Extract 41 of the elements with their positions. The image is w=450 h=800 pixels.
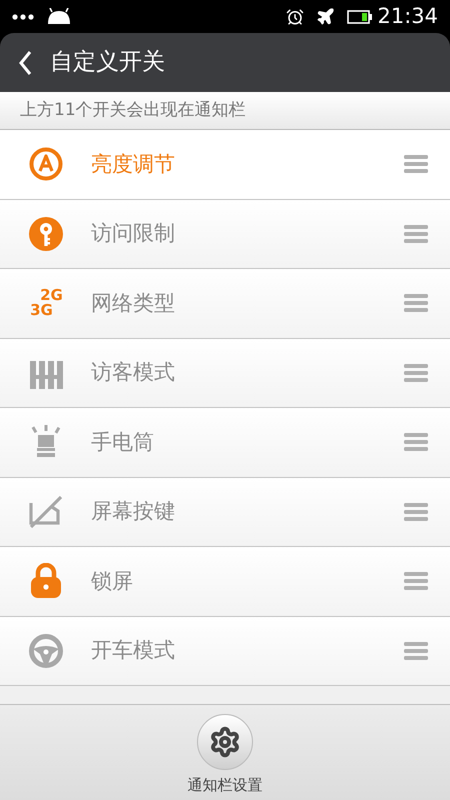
- back-icon: [18, 50, 32, 76]
- toggle-row[interactable]: 2G 3G 网络类型: [0, 269, 450, 338]
- clock-time: 21:34: [377, 6, 438, 27]
- toggle-label: 访客模式: [91, 359, 176, 386]
- drag-handle-icon[interactable]: [404, 571, 428, 592]
- drag-handle-icon[interactable]: [404, 502, 428, 522]
- toggle-row[interactable]: 亮度调节: [0, 130, 450, 200]
- airplane-icon: [316, 7, 336, 26]
- steering-wheel-icon: [28, 632, 64, 669]
- settings-label: 通知栏设置: [188, 774, 262, 796]
- toggle-label: 手电筒: [91, 428, 155, 456]
- toggle-row[interactable]: 屏幕按键: [0, 478, 450, 547]
- toggle-row[interactable]: 手电筒: [0, 408, 450, 478]
- toggle-row[interactable]: 访问限制: [0, 200, 450, 269]
- drag-handle-icon[interactable]: [404, 362, 428, 383]
- alarm-icon: [286, 8, 304, 26]
- settings-icon: [209, 726, 241, 758]
- toggle-label: 访问限制: [91, 220, 176, 247]
- notice-text: 上方11个开关会出现在通知栏: [20, 98, 246, 122]
- key-icon: [28, 216, 64, 252]
- toggle-row[interactable]: 访客模式: [0, 338, 450, 408]
- toggle-label: 屏幕按键: [91, 498, 176, 525]
- drag-handle-icon[interactable]: [404, 154, 428, 174]
- toggle-label: 开车模式: [91, 637, 176, 664]
- drag-handle-icon[interactable]: [404, 224, 428, 244]
- toggle-label: 亮度调节: [91, 150, 176, 178]
- drag-handle-icon[interactable]: [404, 640, 428, 661]
- network-type-label: 3G: [30, 303, 54, 318]
- padlock-icon: [30, 563, 62, 600]
- network-type-label: 2G: [40, 288, 63, 304]
- toggle-label: 网络类型: [91, 290, 176, 316]
- toggle-label: 锁屏: [91, 568, 134, 594]
- battery-icon: [347, 10, 374, 24]
- drag-handle-icon[interactable]: [404, 293, 428, 314]
- android-icon: [46, 8, 72, 26]
- toggle-row[interactable]: 开车模式: [0, 616, 450, 686]
- toggle-row[interactable]: 锁屏: [0, 547, 450, 616]
- page-title: 自定义开关: [50, 48, 165, 78]
- drag-handle-icon[interactable]: [404, 432, 428, 452]
- letter-a-circle-icon: [28, 146, 64, 182]
- more-dots-icon: [12, 14, 34, 20]
